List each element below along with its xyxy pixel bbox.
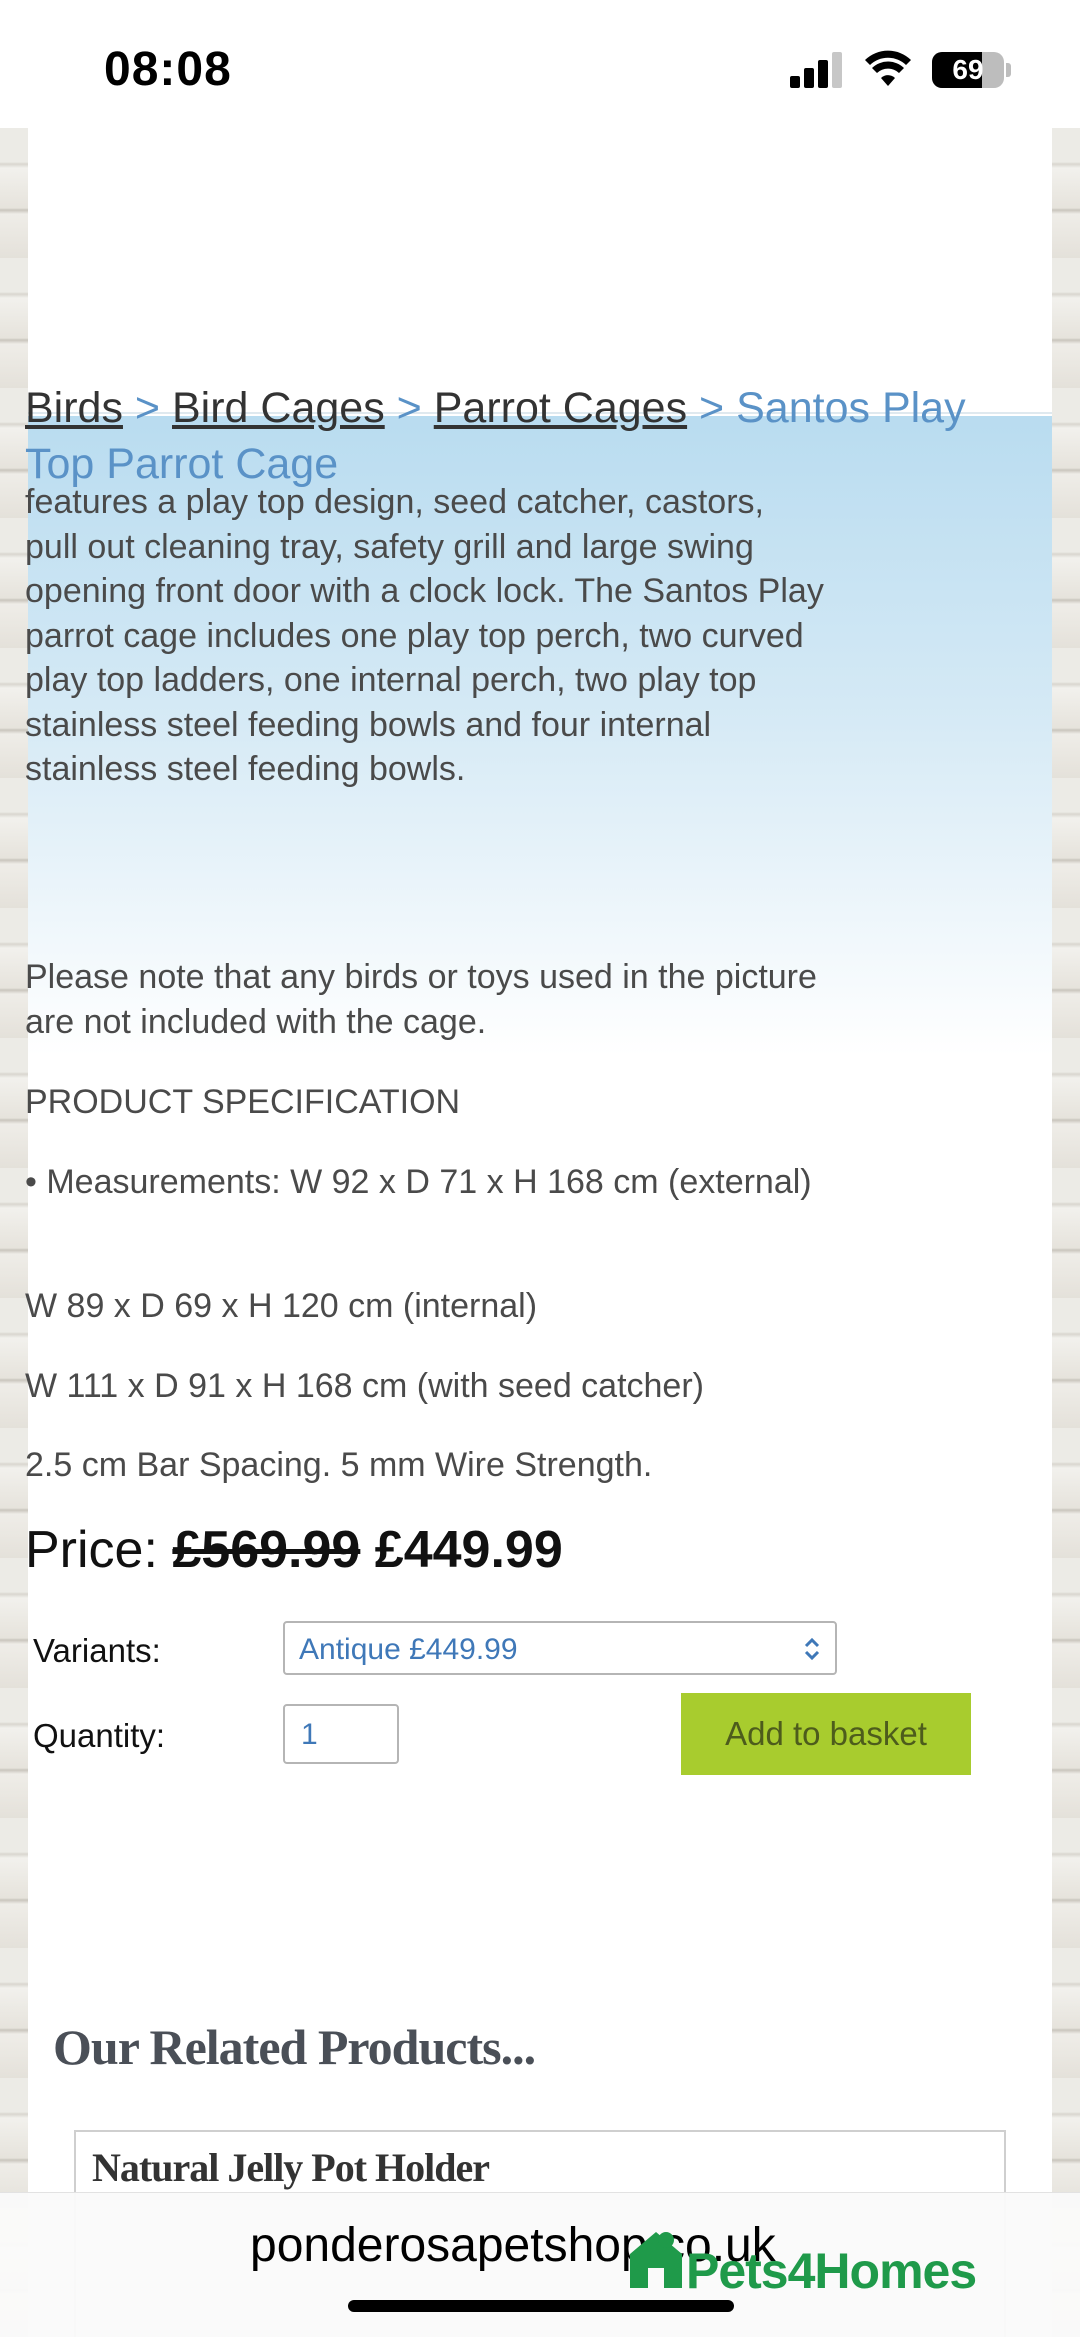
product-description: features a play top design, seed catcher… [25, 483, 824, 788]
old-price: £569.99 [172, 1521, 361, 1579]
breadcrumb-separator: > [134, 384, 161, 432]
breadcrumb-link-bird-cages[interactable]: Bird Cages [172, 384, 385, 432]
price: Price: £569.99 £449.99 [25, 1520, 563, 1580]
wifi-icon [865, 50, 911, 86]
price-label: Price: [25, 1521, 158, 1579]
related-products-title: Our Related Products... [53, 2019, 536, 2075]
variants-label: Variants: [33, 1632, 161, 1669]
breadcrumb-separator: > [396, 384, 422, 432]
breadcrumb: Birds > Bird Cages > Parrot Cages > Sant… [25, 380, 1005, 492]
breadcrumb-link-parrot-cages[interactable]: Parrot Cages [434, 384, 687, 432]
ad-placeholder [28, 128, 1052, 414]
select-chevron-icon [804, 1637, 820, 1661]
variants-select[interactable]: Antique £449.99 [283, 1621, 837, 1675]
spec-measurements: • Measurements: W 92 x D 71 x H 168 cm (… [25, 1163, 812, 1201]
battery-icon: 69 [932, 52, 1004, 88]
home-indicator [348, 2300, 734, 2312]
spec-heading: PRODUCT SPECIFICATION [25, 1083, 461, 1121]
quantity-label: Quantity: [33, 1717, 166, 1754]
variants-selected-value: Antique £449.99 [299, 1633, 518, 1666]
spec-bar-spacing: 2.5 cm Bar Spacing. 5 mm Wire Strength. [25, 1446, 653, 1484]
status-time: 08:08 [104, 43, 232, 96]
wood-background-left [0, 128, 28, 2337]
spec-internal: W 89 x D 69 x H 120 cm (internal) [25, 1287, 538, 1325]
new-price: £449.99 [374, 1521, 563, 1579]
pets4homes-brand: Pets4Homes [686, 2243, 977, 2299]
related-product-name[interactable]: Natural Jelly Pot Holder [92, 2144, 490, 2191]
product-note: Please note that any birds or toys used … [25, 958, 817, 1041]
breadcrumb-separator: > [699, 384, 725, 432]
pets4homes-logo-icon [630, 2232, 682, 2288]
spec-seed-catcher: W 111 x D 91 x H 168 cm (with seed catch… [25, 1367, 704, 1405]
quantity-input[interactable]: 1 [283, 1704, 399, 1764]
breadcrumb-link-birds[interactable]: Birds [25, 384, 123, 432]
battery-tip [1006, 63, 1011, 77]
battery-percent: 69 [952, 54, 984, 85]
wood-background-right [1052, 128, 1080, 2337]
signal-icon [790, 52, 844, 88]
add-to-basket-button[interactable]: Add to basket [681, 1693, 971, 1775]
status-bar: 08:08 69 [0, 0, 1080, 128]
